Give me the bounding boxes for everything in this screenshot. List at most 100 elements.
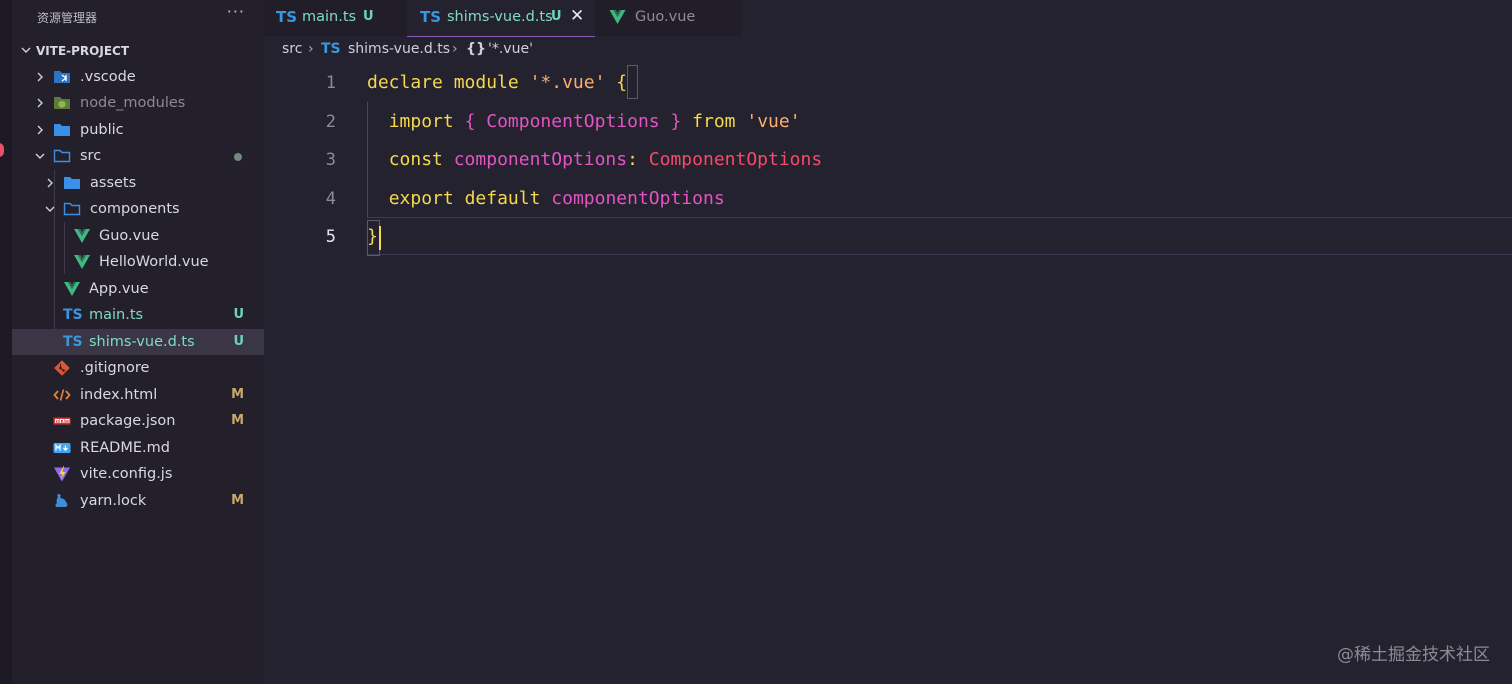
tab-git-status: U xyxy=(551,9,562,24)
tree-item-label: HelloWorld.vue xyxy=(99,254,209,270)
activity-badge xyxy=(0,143,4,157)
chevron-right-icon xyxy=(37,125,43,135)
tab-bar: TS main.ts U TS shims-vue.d.ts U ✕ Guo.v… xyxy=(264,0,742,37)
breadcrumb-symbol[interactable]: '*.vue' xyxy=(488,41,533,57)
tree-item-label: package.json xyxy=(80,413,176,429)
tree-item-label: assets xyxy=(90,175,137,191)
tree-item-label: public xyxy=(80,122,124,138)
code-line[interactable]: 1 declare module '*.vue' { xyxy=(264,64,1512,102)
npm-icon xyxy=(53,417,71,425)
tree-item-label: yarn.lock xyxy=(80,493,147,509)
tree-item-label: .gitignore xyxy=(80,360,150,376)
chevron-down-icon xyxy=(21,47,31,53)
breadcrumb-folder[interactable]: src xyxy=(282,41,302,57)
line-number: 4 xyxy=(325,189,336,209)
line-number: 1 xyxy=(325,73,336,93)
chevron-down-icon xyxy=(35,153,45,159)
tree-item-shims-vue-d-ts[interactable]: TS shims-vue.d.ts U xyxy=(12,329,264,355)
git-status-badge: U xyxy=(233,307,244,322)
tree-item-package-json[interactable]: package.json M xyxy=(12,408,264,434)
typescript-file-icon: TS xyxy=(63,307,83,323)
code-line[interactable]: 2 import { ComponentOptions } from 'vue' xyxy=(264,103,1512,141)
explorer-header: 资源管理器 ··· xyxy=(12,0,264,34)
watermark: @稀土掘金技术社区 xyxy=(1337,645,1490,665)
markdown-icon xyxy=(53,443,71,453)
tab-main-ts[interactable]: TS main.ts U xyxy=(264,0,407,36)
activity-bar xyxy=(0,0,12,684)
tree-item-helloworld-vue[interactable]: HelloWorld.vue xyxy=(12,249,264,275)
tree-item-components[interactable]: components xyxy=(12,196,264,222)
tree-item-label: Guo.vue xyxy=(99,228,160,244)
vue-file-icon xyxy=(74,229,90,243)
tab-shims-vue-d-ts[interactable]: TS shims-vue.d.ts U ✕ xyxy=(407,0,595,37)
git-icon xyxy=(54,360,70,376)
project-name: VITE-PROJECT xyxy=(36,44,130,58)
breadcrumb-file[interactable]: shims-vue.d.ts xyxy=(348,41,450,57)
code-text: const componentOptions: ComponentOptions xyxy=(388,149,823,170)
tab-label: Guo.vue xyxy=(635,9,696,25)
html-file-icon xyxy=(53,389,71,401)
tree-item-main-ts[interactable]: TS main.ts U xyxy=(12,302,264,328)
code-text: } xyxy=(367,226,378,247)
line-number: 5 xyxy=(325,227,336,247)
text-cursor xyxy=(379,226,381,250)
chevron-right-icon xyxy=(37,98,43,108)
folder-icon xyxy=(54,124,70,136)
code-line[interactable]: 4 export default componentOptions xyxy=(264,180,1512,218)
tree-item-label: src xyxy=(80,148,102,164)
tree-item-label: .vscode xyxy=(80,69,136,85)
folder-icon xyxy=(64,177,80,189)
tab-label: shims-vue.d.ts xyxy=(447,9,553,25)
chevron-right-icon: › xyxy=(452,41,458,57)
typescript-file-icon: TS xyxy=(63,334,83,350)
tree-item-label: README.md xyxy=(80,440,170,456)
vite-icon xyxy=(54,466,70,482)
tree-item-label: index.html xyxy=(80,387,158,403)
explorer-title: 资源管理器 xyxy=(37,11,98,25)
tree-item-readme-md[interactable]: README.md xyxy=(12,435,264,461)
tree-item-label: vite.config.js xyxy=(80,466,173,482)
code-text: export default componentOptions xyxy=(388,188,725,209)
tree-item-label: components xyxy=(90,201,180,217)
tree-item-vscode[interactable]: .vscode xyxy=(12,64,264,90)
tree-item-gitignore[interactable]: .gitignore xyxy=(12,355,264,381)
code-text: declare module '*.vue' { xyxy=(367,72,628,93)
editor-area: TS main.ts U TS shims-vue.d.ts U ✕ Guo.v… xyxy=(264,0,1512,684)
tab-label: main.ts xyxy=(302,9,357,25)
tree-item-app-vue[interactable]: App.vue xyxy=(12,276,264,302)
tab-guo-vue[interactable]: Guo.vue xyxy=(595,0,742,36)
vue-file-icon xyxy=(74,255,90,269)
tree-item-node-modules[interactable]: node_modules xyxy=(12,90,264,116)
folder-open-icon xyxy=(63,202,81,216)
tab-git-status: U xyxy=(363,9,374,24)
explorer-sidebar: 资源管理器 ··· VITE-PROJECT .vscode node_modu… xyxy=(12,0,264,684)
git-status-badge: U xyxy=(233,334,244,349)
code-line[interactable]: 3 const componentOptions: ComponentOptio… xyxy=(264,141,1512,179)
node-folder-icon xyxy=(54,97,70,109)
project-section-header[interactable]: VITE-PROJECT xyxy=(12,40,264,62)
code-line[interactable]: 5 } xyxy=(264,218,1512,256)
git-status-badge: M xyxy=(231,413,244,428)
chevron-right-icon xyxy=(47,178,53,188)
vue-file-icon xyxy=(609,10,626,24)
modified-dot xyxy=(234,153,242,161)
tree-item-assets[interactable]: assets xyxy=(12,170,264,196)
folder-open-icon xyxy=(53,149,71,163)
line-number: 3 xyxy=(325,150,336,170)
tree-item-index-html[interactable]: index.html M xyxy=(12,382,264,408)
tree-item-guo-vue[interactable]: Guo.vue xyxy=(12,223,264,249)
tree-item-public[interactable]: public xyxy=(12,117,264,143)
tree-item-yarn-lock[interactable]: yarn.lock M xyxy=(12,488,264,514)
git-status-badge: M xyxy=(231,387,244,402)
tree-item-src[interactable]: src xyxy=(12,143,264,169)
tree-item-label: node_modules xyxy=(80,95,186,111)
code-text: import { ComponentOptions } from 'vue' xyxy=(388,111,801,132)
close-tab-button[interactable]: ✕ xyxy=(570,6,584,26)
more-actions-button[interactable]: ··· xyxy=(227,2,245,21)
yarn-icon xyxy=(55,494,68,507)
chevron-right-icon xyxy=(37,72,43,82)
chevron-down-icon xyxy=(45,206,55,212)
tree-item-vite-config-js[interactable]: vite.config.js xyxy=(12,461,264,487)
vue-file-icon xyxy=(64,282,80,296)
tree-item-label: main.ts xyxy=(89,307,144,323)
